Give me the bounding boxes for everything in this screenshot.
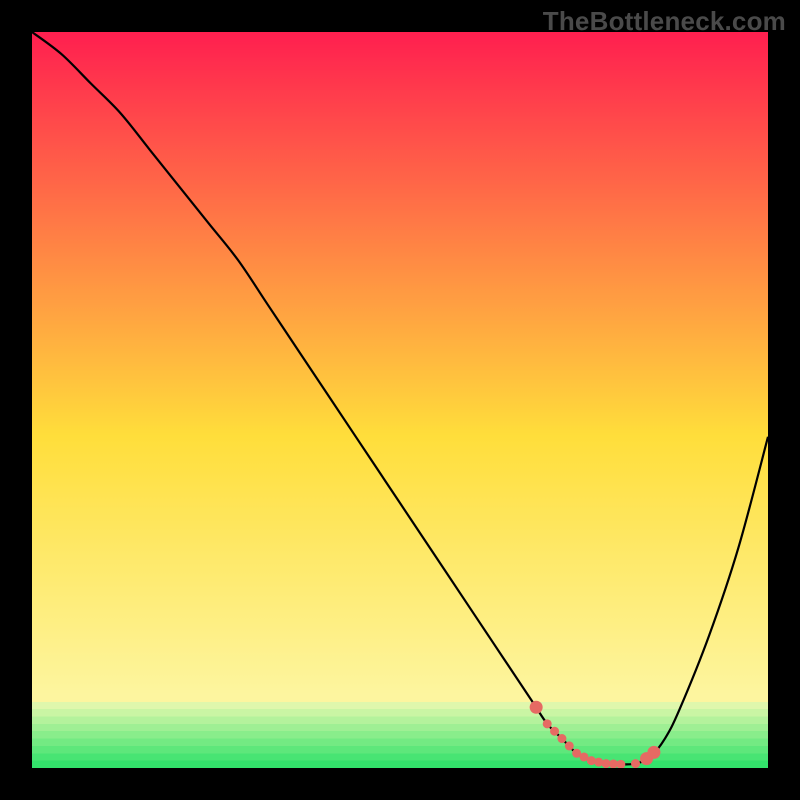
plot-area (32, 32, 768, 768)
curve-marker (647, 746, 660, 759)
curve-marker (550, 727, 559, 736)
curve-marker (557, 734, 566, 743)
watermark-text: TheBottleneck.com (543, 6, 786, 37)
curve-marker (530, 701, 543, 714)
curve-marker (543, 719, 552, 728)
plot-svg (32, 32, 768, 768)
gradient-backdrop (32, 32, 768, 768)
curve-marker (565, 741, 574, 750)
curve-marker (631, 759, 640, 768)
chart-frame: TheBottleneck.com (0, 0, 800, 800)
